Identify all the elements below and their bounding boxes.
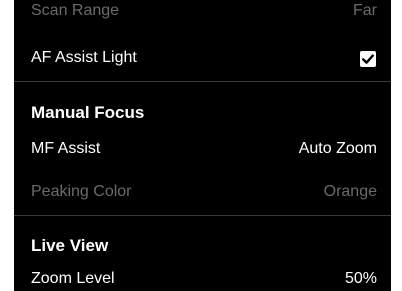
peaking-color-value: Orange [323, 183, 377, 200]
section-divider [14, 81, 391, 82]
af-assist-light-row[interactable]: AF Assist Light [14, 39, 391, 79]
manual-focus-header: Manual Focus [14, 93, 391, 133]
mf-assist-value: Auto Zoom [298, 140, 377, 157]
zoom-level-value: 50% [344, 270, 377, 287]
zoom-level-row[interactable]: Zoom Level 50% [14, 260, 391, 291]
mf-assist-row[interactable]: MF Assist Auto Zoom [14, 130, 391, 170]
section-divider [14, 215, 391, 216]
scan-range-label: Scan Range [31, 2, 120, 19]
scan-range-value: Far [353, 2, 377, 19]
peaking-color-label: Peaking Color [31, 183, 132, 200]
peaking-color-row: Peaking Color Orange [14, 173, 391, 213]
mf-assist-label: MF Assist [31, 140, 101, 157]
settings-panel: Scan Range Far AF Assist Light Manual Fo… [14, 0, 391, 291]
live-view-title: Live View [31, 236, 109, 255]
scan-range-row[interactable]: Scan Range Far [14, 0, 391, 32]
manual-focus-title: Manual Focus [31, 103, 145, 122]
checkmark-icon [362, 54, 374, 64]
af-assist-light-checkbox[interactable] [360, 51, 376, 67]
zoom-level-label: Zoom Level [31, 270, 115, 287]
af-assist-light-label: AF Assist Light [31, 49, 137, 66]
